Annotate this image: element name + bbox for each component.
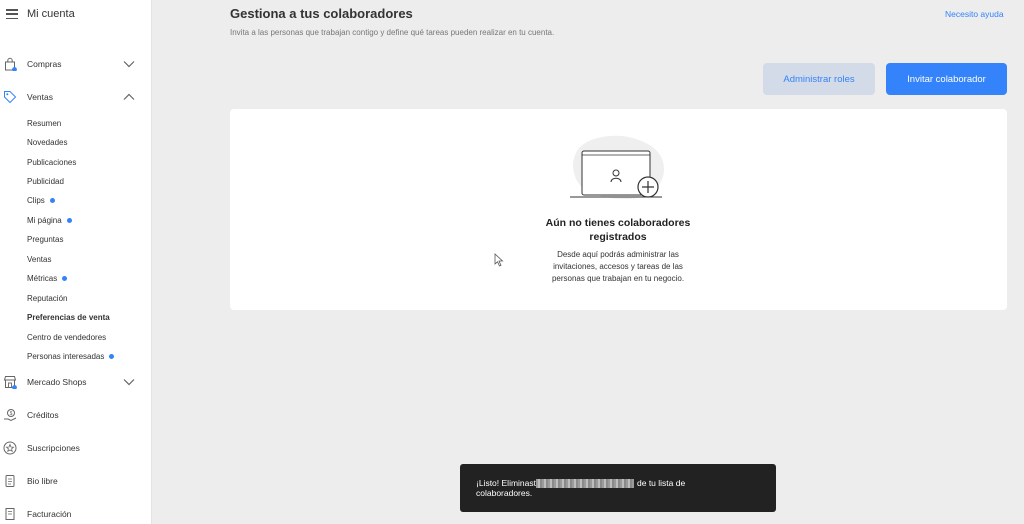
empty-state-description: Desde aquí podrás administrar las invita… [532,249,704,285]
sidebar-item-bio-libre[interactable]: Bio libre [0,471,152,491]
chevron-up-icon[interactable] [123,93,135,101]
sidebar-item-ventas[interactable]: Ventas [0,87,152,107]
star-badge-icon [3,441,17,455]
sidebar-item-label: Suscripciones [27,443,80,453]
sidebar-subitem-publicaciones[interactable]: Publicaciones [27,156,76,168]
sidebar: Mi cuenta Compras Ventas Resumen Novedad… [0,0,152,524]
sidebar-item-mercado-shops[interactable]: Mercado Shops [0,372,152,392]
empty-state-desc-line: personas que trabajan en tu negocio. [551,274,685,283]
menu-icon[interactable] [6,9,18,19]
sidebar-subitem-label: Métricas [27,273,58,283]
page-title: Gestiona a tus colaboradores [230,6,413,21]
toast-line-1: ¡Listo! Eliminast de tu lista de [476,478,760,489]
notification-dot [109,353,115,359]
sidebar-subitem-publicidad[interactable]: Publicidad [27,175,64,187]
sidebar-subitem-mi-pagina[interactable]: Mi página [27,214,72,226]
sidebar-header: Mi cuenta [0,0,151,28]
sidebar-subitem-label: Novedades [27,137,68,147]
sidebar-item-label: Bio libre [27,476,58,486]
toast-text: de tu lista de [637,478,686,488]
sidebar-item-label: Compras [27,59,62,69]
sidebar-subitem-label: Publicaciones [27,157,77,167]
sidebar-subitem-preferencias-de-venta[interactable]: Preferencias de venta [27,311,110,323]
sidebar-item-creditos[interactable]: $ Créditos [0,405,152,425]
shopping-bag-icon [5,57,17,71]
sidebar-subitem-label: Preguntas [27,234,64,244]
sidebar-subitem-label: Publicidad [27,176,64,186]
sidebar-subitem-label: Preferencias de venta [27,312,110,322]
laptop-add-user-illustration [570,135,664,199]
chevron-down-icon[interactable] [123,378,135,386]
tag-icon [4,91,17,104]
empty-state-card: Aún no tienes colaboradores registrados … [230,109,1007,310]
sidebar-item-label: Mercado Shops [27,377,87,387]
manage-roles-button[interactable]: Administrar roles [763,63,875,95]
sidebar-subitem-metricas[interactable]: Métricas [27,272,68,284]
svg-text:$: $ [10,411,13,417]
sidebar-subitem-label: Personas interesadas [27,351,105,361]
sidebar-item-label: Créditos [27,410,59,420]
empty-state-title: Aún no tienes colaboradores registrados [518,216,718,244]
chevron-down-icon[interactable] [123,60,135,68]
page-subtitle: Invita a las personas que trabajan conti… [230,28,555,37]
sidebar-item-compras[interactable]: Compras [0,54,152,74]
sidebar-item-label: Facturación [27,509,72,519]
sidebar-subitem-personas-interesadas[interactable]: Personas interesadas [27,350,115,362]
help-link[interactable]: Necesito ayuda [945,9,1004,19]
sidebar-subitem-label: Clips [27,195,45,205]
sidebar-item-label: Ventas [27,92,53,102]
toast-text: ¡Listo! Eliminast [476,478,536,488]
sidebar-subitem-preguntas[interactable]: Preguntas [27,233,63,245]
sidebar-subitem-resumen[interactable]: Resumen [27,117,61,129]
sidebar-subitem-label: Ventas [27,254,52,264]
sidebar-subitem-ventas[interactable]: Ventas [27,253,51,265]
empty-state-desc-line: invitaciones, accesos y tareas de las [553,262,683,271]
empty-state-desc-line: Desde aquí podrás administrar las [557,250,679,259]
success-toast: ¡Listo! Eliminast de tu lista de colabora… [460,464,776,512]
sidebar-item-facturacion[interactable]: Facturación [0,504,152,524]
bio-page-icon [5,475,15,487]
sidebar-subitem-novedades[interactable]: Novedades [27,136,67,148]
sidebar-subitem-reputacion[interactable]: Reputación [27,292,67,304]
sidebar-subitem-label: Resumen [27,118,62,128]
empty-state-title-line: Aún no tienes colaboradores [545,217,691,229]
empty-state-title-line: registrados [589,231,647,243]
notification-dot [66,217,72,223]
notification-dot [62,275,68,281]
sidebar-subitem-centro-de-vendedores[interactable]: Centro de vendedores [27,331,106,343]
sidebar-subitem-label: Mi página [27,215,62,225]
credit-hand-icon: $ [4,409,17,422]
sidebar-item-suscripciones[interactable]: Suscripciones [0,438,152,458]
store-icon [3,376,17,389]
redacted-name [536,479,634,489]
sidebar-subitem-label: Centro de vendedores [27,332,107,342]
sidebar-title: Mi cuenta [27,8,75,20]
notification-dot [49,197,55,203]
mouse-cursor-icon [494,253,504,267]
invite-collaborator-button[interactable]: Invitar colaborador [886,63,1007,95]
toast-line-2: colaboradores. [476,488,533,499]
invoice-icon [5,508,15,520]
sidebar-subitem-label: Reputación [27,293,68,303]
sidebar-subitem-clips[interactable]: Clips [27,194,55,206]
